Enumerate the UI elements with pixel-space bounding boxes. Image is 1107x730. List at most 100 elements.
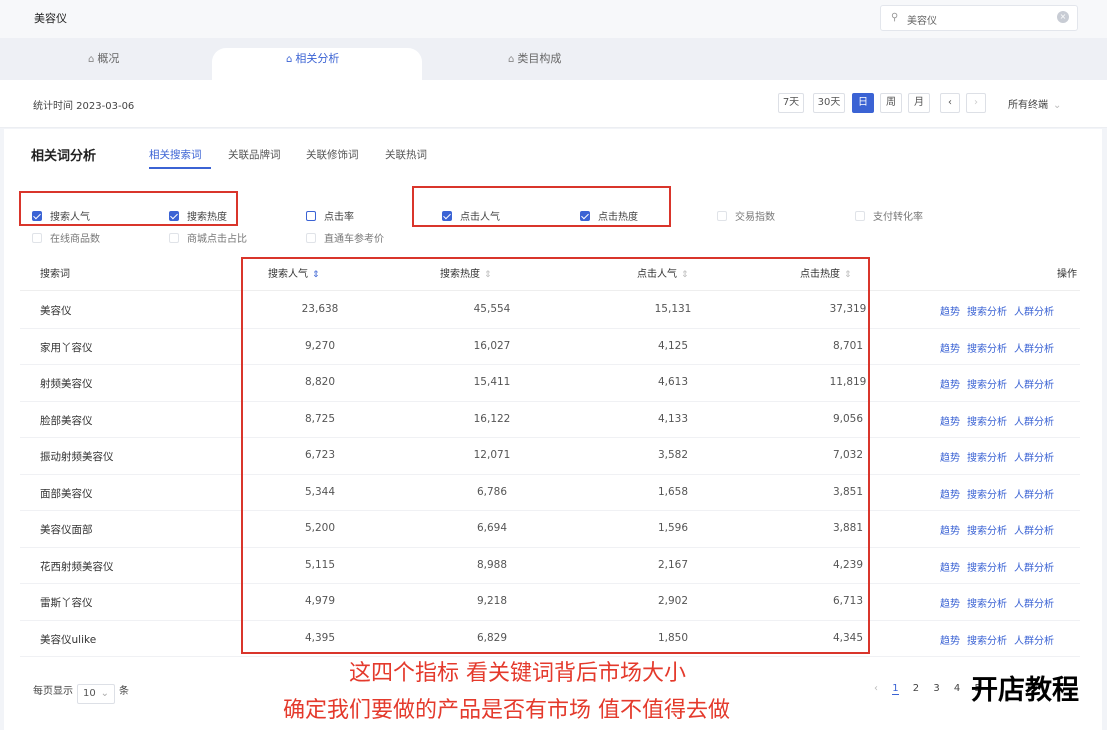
tab-related-analysis[interactable]: ⌂ 相关分析	[286, 50, 339, 70]
col-actions: 操作	[1057, 269, 1077, 280]
search-analysis-link[interactable]: 搜索分析	[967, 380, 1007, 391]
crowd-analysis-link[interactable]: 人群分析	[1014, 307, 1054, 318]
stats-toolbar: 统计时间 2023-03-06 7天 30天 日 周 月 ‹ › 所有终端 ⌄	[0, 80, 1107, 128]
page-2-button[interactable]: 2	[913, 683, 919, 694]
top-bar: 美容仪 ⚲ 美容仪 ×	[0, 0, 1107, 38]
subtab-related-search[interactable]: 相关搜索词	[149, 147, 202, 162]
active-subtab-indicator	[149, 167, 211, 169]
chevron-down-icon: ⌄	[100, 688, 109, 699]
page-4-button[interactable]: 4	[954, 683, 960, 694]
keyword-cell: 美容仪ulike	[40, 633, 97, 646]
period-30d-button[interactable]: 30天	[813, 93, 845, 113]
checkbox-icon	[717, 211, 727, 221]
row-actions: 趋势 搜索分析 人群分析	[940, 486, 1061, 501]
prev-date-button[interactable]: ‹	[940, 93, 960, 113]
trend-link[interactable]: 趋势	[940, 599, 960, 610]
annotation-line-1: 这四个指标 看关键词背后市场大小	[349, 661, 686, 686]
keyword-cell: 花西射频美容仪	[40, 560, 114, 573]
search-value: 美容仪	[907, 16, 937, 27]
trend-link[interactable]: 趋势	[940, 490, 960, 501]
page-3-button[interactable]: 3	[933, 683, 939, 694]
search-analysis-link[interactable]: 搜索分析	[967, 599, 1007, 610]
filter-mall-click-share[interactable]: 商城点击占比	[169, 230, 247, 245]
row-actions: 趋势 搜索分析 人群分析	[940, 522, 1061, 537]
checkbox-icon	[306, 211, 316, 221]
clear-icon[interactable]: ×	[1057, 11, 1069, 23]
crowd-analysis-link[interactable]: 人群分析	[1014, 380, 1054, 391]
filter-online-products[interactable]: 在线商品数	[32, 230, 100, 245]
tab-category-composition[interactable]: ⌂ 类目构成	[508, 50, 561, 70]
highlight-box-search	[19, 191, 238, 226]
filter-click-rate[interactable]: 点击率	[306, 208, 354, 223]
trend-link[interactable]: 趋势	[940, 344, 960, 355]
crowd-analysis-link[interactable]: 人群分析	[1014, 599, 1054, 610]
search-analysis-link[interactable]: 搜索分析	[967, 307, 1007, 318]
chevron-down-icon: ⌄	[1053, 100, 1062, 111]
search-input[interactable]: ⚲ 美容仪 ×	[880, 5, 1078, 31]
period-7d-button[interactable]: 7天	[778, 93, 804, 113]
keyword-cell: 面部美容仪	[40, 487, 93, 500]
keyword-cell: 家用丫容仪	[40, 341, 93, 354]
tab-overview[interactable]: ⌂ 概况	[88, 50, 119, 70]
page-size-control: 每页显示 10 ⌄ 条	[33, 682, 129, 704]
channel-select[interactable]: 所有终端 ⌄	[1008, 96, 1061, 111]
search-analysis-link[interactable]: 搜索分析	[967, 344, 1007, 355]
search-analysis-link[interactable]: 搜索分析	[967, 563, 1007, 574]
crowd-analysis-link[interactable]: 人群分析	[1014, 417, 1054, 428]
row-actions: 趋势 搜索分析 人群分析	[940, 632, 1061, 647]
crowd-analysis-link[interactable]: 人群分析	[1014, 490, 1054, 501]
crowd-analysis-link[interactable]: 人群分析	[1014, 636, 1054, 647]
checkbox-icon	[306, 233, 316, 243]
keyword-cell: 振动射频美容仪	[40, 451, 114, 463]
subtab-brand-words[interactable]: 关联品牌词	[228, 147, 281, 162]
keyword-cell: 雷斯丫容仪	[40, 597, 93, 609]
row-actions: 趋势 搜索分析 人群分析	[940, 449, 1061, 464]
search-analysis-link[interactable]: 搜索分析	[967, 490, 1007, 501]
checkbox-icon	[169, 233, 179, 243]
filter-ztc-price[interactable]: 直通车参考价	[306, 230, 384, 245]
page-title: 美容仪	[34, 12, 67, 25]
home-icon: ⌂	[286, 54, 293, 65]
highlight-box-metrics	[241, 257, 870, 654]
trend-link[interactable]: 趋势	[940, 526, 960, 537]
period-month-button[interactable]: 月	[908, 93, 930, 113]
keyword-cell: 美容仪	[40, 305, 72, 317]
keyword-cell: 脸部美容仪	[40, 414, 93, 427]
prev-page-button[interactable]: ‹	[874, 683, 878, 694]
trend-link[interactable]: 趋势	[940, 307, 960, 318]
home-icon: ⌂	[508, 54, 515, 65]
crowd-analysis-link[interactable]: 人群分析	[1014, 526, 1054, 537]
row-actions: 趋势 搜索分析 人群分析	[940, 340, 1061, 355]
crowd-analysis-link[interactable]: 人群分析	[1014, 344, 1054, 355]
search-analysis-link[interactable]: 搜索分析	[967, 636, 1007, 647]
crowd-analysis-link[interactable]: 人群分析	[1014, 563, 1054, 574]
checkbox-icon	[32, 233, 42, 243]
trend-link[interactable]: 趋势	[940, 417, 960, 428]
search-analysis-link[interactable]: 搜索分析	[967, 526, 1007, 537]
trend-link[interactable]: 趋势	[940, 453, 960, 464]
next-date-button[interactable]: ›	[966, 93, 986, 113]
home-icon: ⌂	[88, 54, 95, 65]
search-analysis-link[interactable]: 搜索分析	[967, 417, 1007, 428]
subtab-modifier-words[interactable]: 关联修饰词	[306, 147, 359, 162]
watermark: 开店教程	[971, 675, 1079, 706]
subtab-hot-words[interactable]: 关联热词	[385, 147, 427, 162]
trend-link[interactable]: 趋势	[940, 636, 960, 647]
col-keyword: 搜索词	[40, 269, 70, 280]
analysis-card: 相关词分析 相关搜索词 关联品牌词 关联修饰词 关联热词 搜索人气 搜索热度 点…	[4, 129, 1102, 730]
trend-link[interactable]: 趋势	[940, 380, 960, 391]
page-size-select[interactable]: 10 ⌄	[77, 684, 115, 704]
search-icon: ⚲	[891, 12, 899, 23]
row-actions: 趋势 搜索分析 人群分析	[940, 376, 1061, 391]
filter-trade-index[interactable]: 交易指数	[717, 208, 775, 223]
row-actions: 趋势 搜索分析 人群分析	[940, 413, 1061, 428]
filter-pay-conversion[interactable]: 支付转化率	[855, 208, 923, 223]
search-analysis-link[interactable]: 搜索分析	[967, 453, 1007, 464]
trend-link[interactable]: 趋势	[940, 563, 960, 574]
period-week-button[interactable]: 周	[880, 93, 902, 113]
stat-time: 统计时间 2023-03-06	[33, 101, 135, 112]
period-day-button[interactable]: 日	[852, 93, 874, 113]
crowd-analysis-link[interactable]: 人群分析	[1014, 453, 1054, 464]
page-1-button[interactable]: 1	[892, 683, 899, 695]
section-title: 相关词分析	[31, 149, 97, 164]
